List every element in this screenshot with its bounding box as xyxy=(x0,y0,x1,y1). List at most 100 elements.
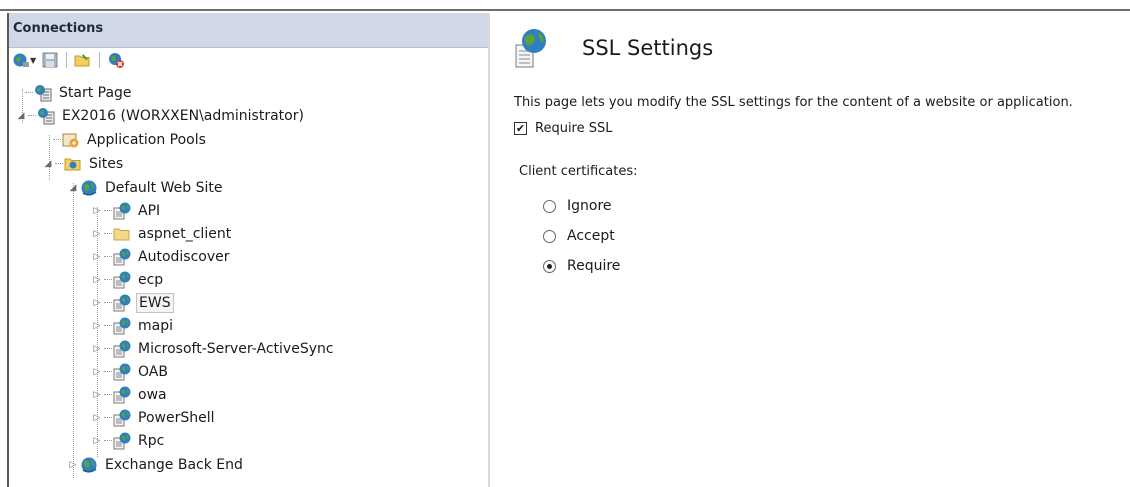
tree-node-server[interactable]: ◢ EX2016 (WORXXEN\administrator) xyxy=(15,104,306,127)
save-icon[interactable] xyxy=(40,51,60,69)
tree-node-sites[interactable]: ◢ Sites xyxy=(42,152,125,175)
server-icon xyxy=(37,107,55,124)
collapse-arrow-icon[interactable]: ◢ xyxy=(42,159,54,169)
tree-node-label: PowerShell xyxy=(138,409,215,426)
require-ssl-label: Require SSL xyxy=(535,121,613,136)
web-application-icon xyxy=(113,385,131,403)
expand-arrow-icon[interactable]: ▷ xyxy=(91,413,103,423)
radio-option-ignore[interactable]: Ignore xyxy=(543,198,612,214)
radio-selected-dot xyxy=(547,263,552,269)
tree-node-label: EWS xyxy=(136,292,174,313)
tree-connector xyxy=(104,302,112,303)
connections-pane: Connections ▼ Start Page ◢ EX2016 (WORXX… xyxy=(7,13,490,487)
toolbar-separator xyxy=(99,52,101,68)
tree-node-label: Start Page xyxy=(59,84,132,101)
collapse-arrow-icon[interactable]: ◢ xyxy=(67,183,79,193)
web-application-icon xyxy=(113,362,131,380)
expand-arrow-icon[interactable]: ▷ xyxy=(91,321,103,331)
require-ssl-checkbox[interactable]: ✔ xyxy=(514,122,527,135)
sites-folder-icon xyxy=(64,158,81,170)
web-application-icon xyxy=(113,201,131,219)
tree-node-powershell[interactable]: ▷ PowerShell xyxy=(91,406,216,429)
tree-node-label: Microsoft-Server-ActiveSync xyxy=(138,340,334,357)
expand-arrow-icon[interactable]: ▷ xyxy=(91,252,103,262)
page-title: SSL Settings xyxy=(582,36,714,60)
start-page-icon xyxy=(34,84,52,101)
tree-node-label: Exchange Back End xyxy=(105,456,243,473)
require-radio-button[interactable] xyxy=(543,259,556,273)
web-application-icon xyxy=(113,408,131,426)
radio-label: Accept xyxy=(567,228,615,244)
tree-node-label: Application Pools xyxy=(87,131,206,148)
require-ssl-row[interactable]: ✔ Require SSL xyxy=(514,121,613,136)
tree-node-autodiscover[interactable]: ▷ Autodiscover xyxy=(91,245,232,268)
connect-icon[interactable] xyxy=(11,51,31,69)
expand-arrow-icon[interactable]: ▷ xyxy=(91,367,103,377)
ignore-radio-button[interactable] xyxy=(543,199,556,213)
expand-arrow-icon[interactable]: ▷ xyxy=(91,298,103,308)
radio-option-require[interactable]: Require xyxy=(543,258,620,274)
tree-node-label: EX2016 (WORXXEN\administrator) xyxy=(62,107,304,124)
tree-node-aspnet-client[interactable]: ▷ aspnet_client xyxy=(91,222,233,245)
tree-node-label: mapi xyxy=(138,317,173,334)
ssl-settings-page-icon xyxy=(515,29,546,68)
radio-label: Ignore xyxy=(567,198,612,214)
tree-connector xyxy=(104,371,112,372)
expand-arrow-icon[interactable]: ▷ xyxy=(91,275,103,285)
radio-label: Require xyxy=(567,258,621,274)
web-application-icon xyxy=(113,270,131,288)
radio-option-accept[interactable]: Accept xyxy=(543,228,615,244)
web-application-icon xyxy=(113,247,131,265)
tree-connector xyxy=(104,210,112,211)
web-application-icon xyxy=(113,339,131,357)
tree-node-label: OAB xyxy=(138,363,168,380)
website-globe-icon xyxy=(80,179,98,196)
expand-arrow-icon[interactable]: ▷ xyxy=(91,390,103,400)
tree-node-ecp[interactable]: ▷ ecp xyxy=(91,268,165,291)
tree-node-owa[interactable]: ▷ owa xyxy=(91,383,169,406)
tree-node-ews[interactable]: ▷ EWS xyxy=(91,291,174,314)
tree-node-exchange-back-end[interactable]: ▷ Exchange Back End xyxy=(67,453,245,476)
application-pools-icon xyxy=(62,133,79,147)
tree-connector xyxy=(104,233,112,234)
tree-node-oab[interactable]: ▷ OAB xyxy=(91,360,170,383)
expand-arrow-icon[interactable]: ▷ xyxy=(67,460,79,470)
expand-arrow-icon[interactable]: ▷ xyxy=(91,436,103,446)
tree-node-default-web-site[interactable]: ◢ Default Web Site xyxy=(67,176,224,199)
accept-radio-button[interactable] xyxy=(543,229,556,243)
tree-node-start-page[interactable]: Start Page xyxy=(25,81,134,104)
tree-node-label: Rpc xyxy=(138,432,165,449)
web-application-icon xyxy=(113,316,131,334)
disconnect-icon[interactable] xyxy=(106,51,126,69)
tree-node-label: owa xyxy=(138,386,167,403)
folder-icon xyxy=(113,228,130,240)
tree-node-label: Autodiscover xyxy=(138,248,230,265)
tree-node-application-pools[interactable]: Application Pools xyxy=(53,128,208,151)
ssl-settings-pane: SSL Settings This page lets you modify t… xyxy=(496,13,1130,487)
tree-node-rpc[interactable]: ▷ Rpc xyxy=(91,429,166,452)
website-globe-icon xyxy=(80,456,98,473)
tree-node-label: ecp xyxy=(138,271,164,288)
web-application-icon xyxy=(113,293,131,311)
tree-guide-line xyxy=(73,183,74,478)
expand-arrow-icon[interactable]: ▷ xyxy=(91,344,103,354)
collapse-arrow-icon[interactable]: ◢ xyxy=(15,111,27,121)
tree-connector xyxy=(104,394,112,395)
tree-connector xyxy=(53,139,61,140)
open-folder-icon[interactable] xyxy=(73,51,93,69)
tree-connector xyxy=(104,279,112,280)
tree-connector xyxy=(104,417,112,418)
client-certificates-label: Client certificates: xyxy=(519,164,638,179)
connect-dropdown-caret-icon[interactable]: ▼ xyxy=(30,56,36,65)
toolbar-separator xyxy=(66,52,68,68)
page-description: This page lets you modify the SSL settin… xyxy=(514,95,1073,110)
tree-connector xyxy=(28,115,36,116)
expand-arrow-icon[interactable]: ▷ xyxy=(91,206,103,216)
tree-connector xyxy=(25,92,33,93)
tree-node-mapi[interactable]: ▷ mapi xyxy=(91,314,175,337)
tree-connector xyxy=(104,348,112,349)
tree-node-activesync[interactable]: ▷ Microsoft-Server-ActiveSync xyxy=(91,337,336,360)
tree-connector xyxy=(104,256,112,257)
expand-arrow-icon[interactable]: ▷ xyxy=(91,229,103,239)
tree-node-api[interactable]: ▷ API xyxy=(91,199,162,222)
